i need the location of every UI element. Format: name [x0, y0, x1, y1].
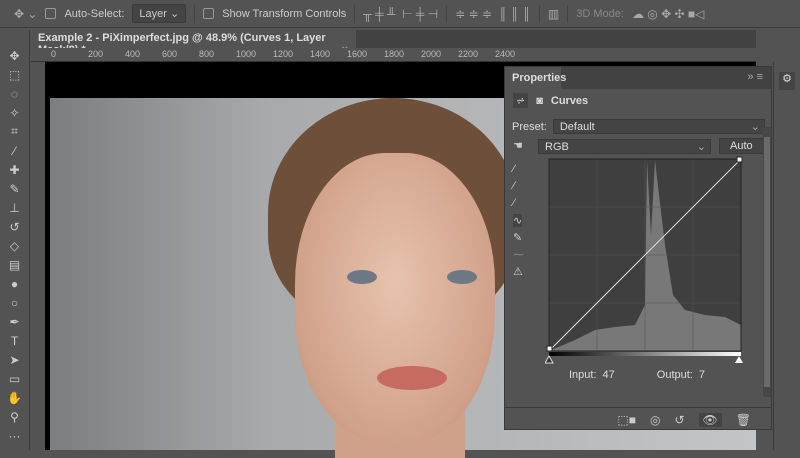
- move-tool-icon[interactable]: ✥ ⌄: [14, 7, 37, 21]
- auto-align-icon[interactable]: ▥: [548, 7, 559, 21]
- dodge-tool-icon[interactable]: ○: [0, 293, 29, 312]
- gradient-tool-icon[interactable]: ▤: [0, 255, 29, 274]
- white-point-slider: [735, 356, 743, 363]
- ruler-label: 0: [51, 49, 57, 59]
- target-adjust-icon[interactable]: ☚: [513, 139, 523, 152]
- ruler-label: 1800: [384, 49, 405, 59]
- auto-select-label: Auto-Select:: [64, 7, 125, 20]
- zoom-tool-icon[interactable]: ⚲: [0, 407, 29, 426]
- visibility-eye-icon[interactable]: 👁: [698, 412, 722, 427]
- healing-brush-icon[interactable]: ✚: [0, 160, 29, 179]
- document-tab[interactable]: Example 2 - PiXimperfect.jpg @ 48.9% (Cu…: [31, 30, 356, 56]
- type-tool-icon[interactable]: T: [0, 331, 29, 350]
- curves-graph[interactable]: [545, 155, 745, 365]
- properties-panel-icon[interactable]: ⚙: [779, 72, 795, 90]
- path-select-icon[interactable]: ➤: [0, 350, 29, 369]
- ruler-label: 2000: [421, 49, 442, 59]
- ruler-label: 200: [88, 49, 104, 59]
- vertical-ruler: [31, 62, 45, 450]
- properties-panel: Properties » ≡ ⩫ ◙ Curves Preset: Defaul…: [504, 66, 772, 430]
- 3d-mode-label: 3D Mode:: [576, 7, 624, 20]
- ruler-label: 600: [162, 49, 178, 59]
- edit-points-icon[interactable]: ∿: [513, 214, 523, 227]
- ruler-label: 400: [125, 49, 141, 59]
- ruler-label: 1400: [310, 49, 331, 59]
- properties-tab[interactable]: Properties: [505, 67, 566, 89]
- tools-panel: ✥ ⬚ ◌ ✧ ⌗ ⁄ ✚ ✎ ⊥ ↺ ◇ ▤ ● ○ ✒ T ➤ ▭ ✋ ⚲ …: [0, 30, 30, 450]
- pen-tool-icon[interactable]: ✒: [0, 312, 29, 331]
- right-dock: ⚙: [773, 62, 800, 450]
- delete-trash-icon[interactable]: 🗑: [736, 413, 751, 427]
- sample-black-eyedropper-icon[interactable]: ⁄: [513, 163, 515, 175]
- stamp-tool-icon[interactable]: ⊥: [0, 198, 29, 217]
- ruler-label: 2200: [458, 49, 479, 59]
- curve-point: [546, 345, 553, 352]
- panel-scrollbar[interactable]: [763, 127, 771, 397]
- brush-tool-icon[interactable]: ✎: [0, 179, 29, 198]
- reset-icon[interactable]: ↺: [674, 413, 684, 427]
- show-transform-checkbox[interactable]: [203, 8, 215, 19]
- adjustment-title: Curves: [550, 94, 589, 107]
- output-value: 7: [698, 369, 705, 381]
- black-point-slider: [545, 354, 554, 364]
- draw-curve-icon[interactable]: ✎: [513, 231, 522, 244]
- lasso-tool-icon[interactable]: ◌: [0, 84, 29, 103]
- preset-dropdown[interactable]: Default ⌄: [552, 119, 765, 134]
- crop-tool-icon[interactable]: ⌗: [0, 122, 29, 141]
- marquee-tool-icon[interactable]: ⬚: [0, 65, 29, 84]
- blur-tool-icon[interactable]: ●: [0, 274, 29, 293]
- input-label: Input:: [569, 369, 597, 381]
- channel-value: RGB: [545, 140, 569, 153]
- view-previous-icon[interactable]: ◎: [650, 413, 660, 427]
- magic-wand-icon[interactable]: ✧: [0, 103, 29, 122]
- layer-select-value: Layer: [139, 8, 167, 20]
- input-gradient: [549, 352, 741, 356]
- more-tools-icon[interactable]: ···: [0, 426, 29, 445]
- ruler-label: 2400: [495, 49, 516, 59]
- smooth-curve-icon[interactable]: ⁓: [513, 248, 524, 261]
- auto-select-checkbox[interactable]: [45, 8, 57, 19]
- eraser-tool-icon[interactable]: ◇: [0, 236, 29, 255]
- sample-white-eyedropper-icon[interactable]: ⁄: [513, 197, 515, 209]
- ruler-label: 1200: [273, 49, 294, 59]
- align-icons[interactable]: ╥ ╪ ╨ ⊢ ╪ ⊣: [363, 7, 438, 21]
- document-tab-bar: Example 2 - PiXimperfect.jpg @ 48.9% (Cu…: [31, 30, 756, 56]
- layer-mask-icon[interactable]: ◙: [536, 95, 543, 107]
- show-transform-label: Show Transform Controls: [222, 7, 347, 20]
- layer-select[interactable]: Layer ⌄: [132, 4, 187, 23]
- sample-gray-eyedropper-icon[interactable]: ⁄: [513, 180, 515, 192]
- clipping-warning-icon[interactable]: ⚠: [513, 265, 523, 278]
- preset-label: Preset:: [512, 120, 547, 133]
- history-brush-icon[interactable]: ↺: [0, 217, 29, 236]
- curves-icon: ⩫: [513, 93, 529, 108]
- hand-tool-icon[interactable]: ✋: [0, 388, 29, 407]
- output-label: Output:: [656, 369, 693, 381]
- shape-tool-icon[interactable]: ▭: [0, 369, 29, 388]
- ruler-label: 800: [199, 49, 215, 59]
- move-tool-icon[interactable]: ✥: [0, 46, 29, 65]
- ruler-label: 1000: [236, 49, 257, 59]
- horizontal-ruler: 0 200 400 600 800 1000 1200 1400 1600 1800 2000 220…: [31, 48, 756, 62]
- input-value: 47: [602, 369, 615, 381]
- preset-value: Default: [559, 121, 595, 133]
- ruler-label: 1600: [347, 49, 368, 59]
- panel-menu-icon[interactable]: » ≡: [747, 71, 763, 83]
- channel-dropdown[interactable]: RGB ⌄: [538, 138, 711, 154]
- eyedropper-icon[interactable]: ⁄: [0, 141, 29, 160]
- distribute-icons[interactable]: ≑ ≑ ≑ ║ ║ ║: [455, 7, 531, 21]
- options-bar: ✥ ⌄ Auto-Select: Layer ⌄ Show Transform …: [0, 0, 800, 28]
- clip-to-layer-icon[interactable]: ⬚■: [617, 413, 636, 427]
- 3d-tools-icons[interactable]: ☁ ◎ ✥ ✣ ■◁: [632, 7, 704, 21]
- auto-button[interactable]: Auto: [719, 138, 764, 154]
